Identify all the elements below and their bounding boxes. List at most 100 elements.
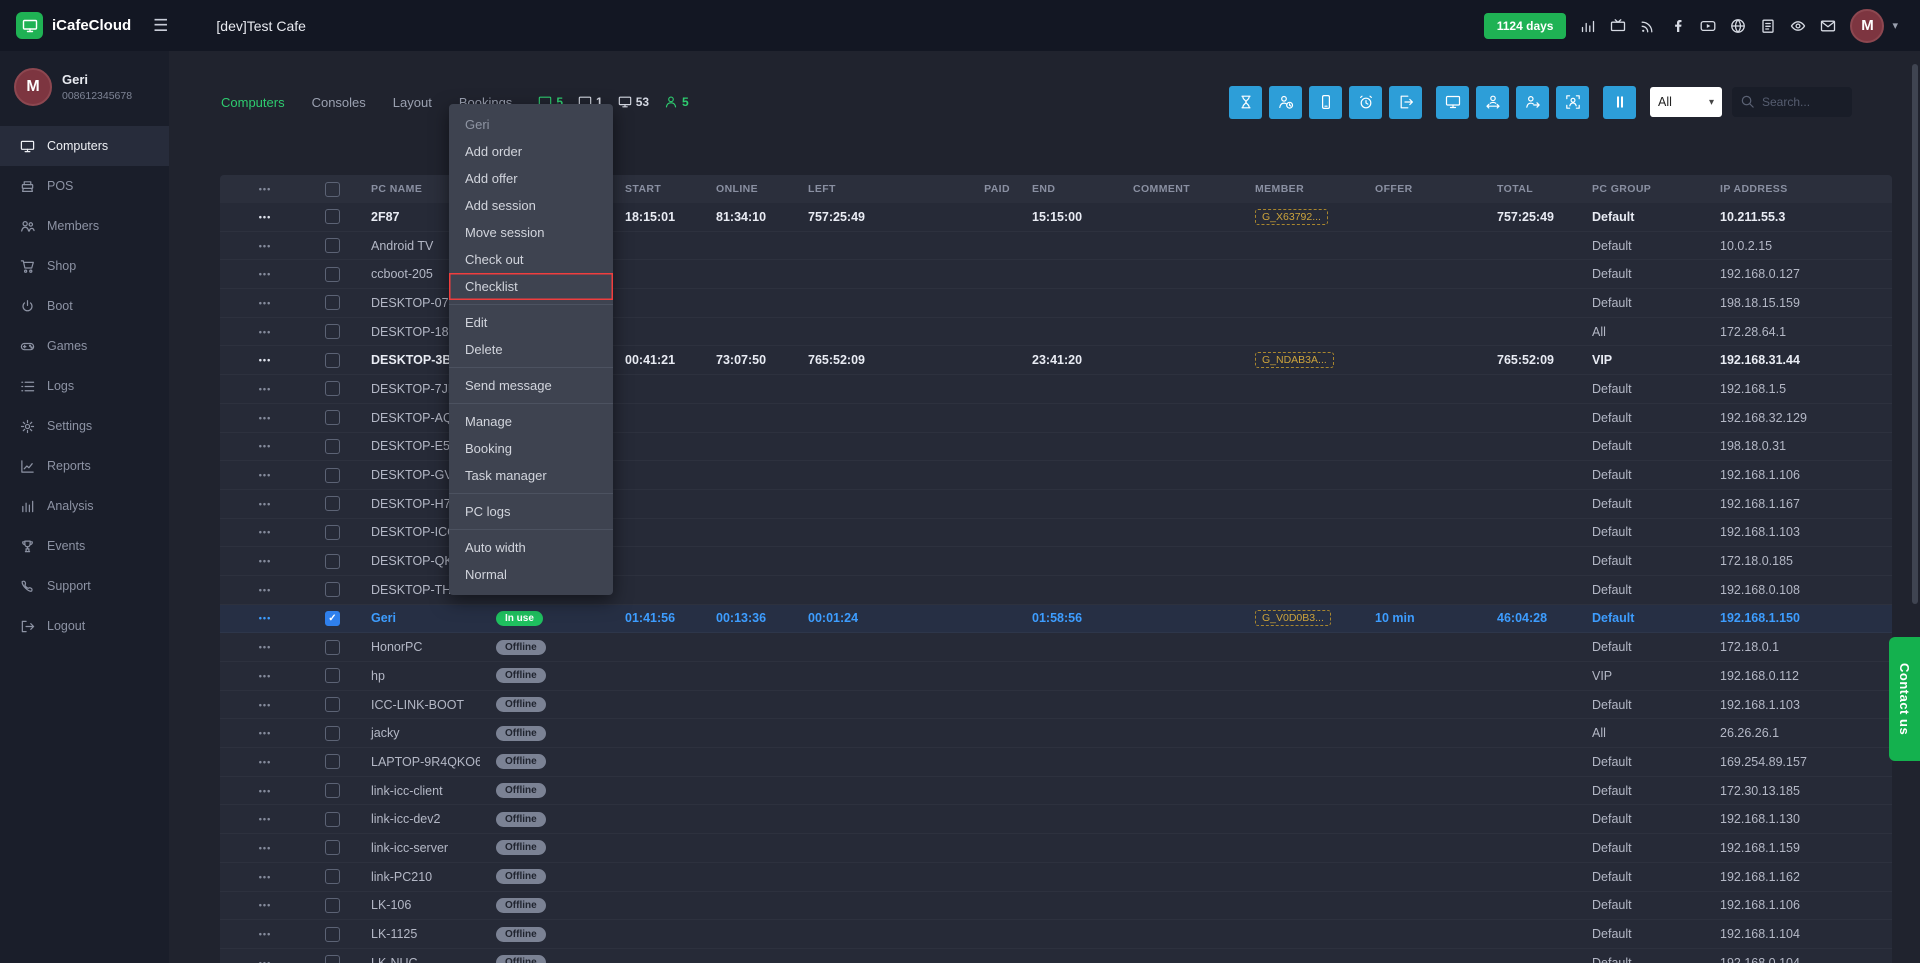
menu-toggle-button[interactable]: ☰ <box>153 16 168 36</box>
tab-consoles[interactable]: Consoles <box>312 95 366 110</box>
row-checkbox[interactable] <box>325 439 340 454</box>
eye-icon[interactable] <box>1790 18 1806 34</box>
row-actions-button[interactable]: ••• <box>259 671 271 681</box>
row-actions-button[interactable]: ••• <box>259 298 271 308</box>
row-actions-button[interactable]: ••• <box>259 441 271 451</box>
row-actions-button[interactable]: ••• <box>259 958 271 963</box>
table-row[interactable]: •••LK-NUCOfflineDefault192.168.0.104 <box>220 949 1892 963</box>
menu-item-add-order[interactable]: Add order <box>449 138 613 165</box>
menu-item-auto-width[interactable]: Auto width <box>449 534 613 561</box>
user-clock-button[interactable] <box>1269 86 1302 119</box>
row-actions-button[interactable]: ••• <box>259 613 271 623</box>
table-row[interactable]: •••link-icc-dev2OfflineDefault192.168.1.… <box>220 805 1892 834</box>
row-actions-button[interactable]: ••• <box>259 556 271 566</box>
row-actions-button[interactable]: ••• <box>259 786 271 796</box>
row-actions-button[interactable]: ••• <box>259 585 271 595</box>
menu-item-send-message[interactable]: Send message <box>449 372 613 399</box>
filter-select[interactable]: All ▾ <box>1650 87 1722 117</box>
menu-item-checklist[interactable]: Checklist <box>449 273 613 300</box>
row-actions-button[interactable]: ••• <box>259 527 271 537</box>
table-row[interactable]: •••LK-1125OfflineDefault192.168.1.104 <box>220 920 1892 949</box>
row-actions-button[interactable]: ••• <box>259 470 271 480</box>
sidebar-item-logout[interactable]: Logout <box>0 606 169 646</box>
row-checkbox[interactable] <box>325 238 340 253</box>
chevron-down-icon[interactable]: ▾ <box>1892 19 1898 32</box>
menu-item-pc-logs[interactable]: PC logs <box>449 498 613 525</box>
row-checkbox[interactable] <box>325 353 340 368</box>
row-checkbox[interactable] <box>325 869 340 884</box>
sidebar-item-events[interactable]: Events <box>0 526 169 566</box>
row-actions-button[interactable]: ••• <box>259 269 271 279</box>
row-actions-button[interactable]: ••• <box>259 327 271 337</box>
menu-item-task-manager[interactable]: Task manager <box>449 462 613 489</box>
sidebar-item-analysis[interactable]: Analysis <box>0 486 169 526</box>
table-row[interactable]: •••link-icc-serverOfflineDefault192.168.… <box>220 834 1892 863</box>
table-row[interactable]: •••hpOfflineVIP192.168.0.112 <box>220 662 1892 691</box>
row-checkbox[interactable] <box>325 840 340 855</box>
row-actions-button[interactable]: ••• <box>259 929 271 939</box>
row-checkbox[interactable] <box>325 267 340 282</box>
sidebar-item-support[interactable]: Support <box>0 566 169 606</box>
scrollbar[interactable] <box>1912 64 1918 604</box>
table-row[interactable]: •••HonorPCOfflineDefault172.18.0.1 <box>220 633 1892 662</box>
sidebar-item-games[interactable]: Games <box>0 326 169 366</box>
row-actions-button[interactable]: ••• <box>259 241 271 251</box>
row-checkbox[interactable] <box>325 209 340 224</box>
row-checkbox[interactable] <box>325 324 340 339</box>
row-checkbox[interactable] <box>325 927 340 942</box>
youtube-icon[interactable] <box>1700 18 1716 34</box>
menu-item-check-out[interactable]: Check out <box>449 246 613 273</box>
row-checkbox[interactable] <box>325 754 340 769</box>
stats-icon[interactable] <box>1580 18 1596 34</box>
table-row[interactable]: •••jackyOfflineAll26.26.26.1 <box>220 719 1892 748</box>
sidebar-item-members[interactable]: Members <box>0 206 169 246</box>
row-actions-button[interactable]: ••• <box>259 843 271 853</box>
tv-icon[interactable] <box>1610 18 1626 34</box>
contact-us-button[interactable]: Contact us <box>1889 637 1920 761</box>
subscription-days-badge[interactable]: 1124 days <box>1484 13 1567 39</box>
sidebar-item-logs[interactable]: Logs <box>0 366 169 406</box>
table-row[interactable]: •••link-PC210OfflineDefault192.168.1.162 <box>220 863 1892 892</box>
user-avatar[interactable]: M <box>1850 9 1884 43</box>
rss-icon[interactable] <box>1640 18 1656 34</box>
row-checkbox[interactable] <box>325 898 340 913</box>
row-checkbox[interactable] <box>325 668 340 683</box>
row-checkbox[interactable]: ✓ <box>325 611 340 626</box>
select-all-checkbox[interactable] <box>325 182 340 197</box>
menu-item-delete[interactable]: Delete <box>449 336 613 363</box>
pause-button[interactable] <box>1603 86 1636 119</box>
tab-computers[interactable]: Computers <box>221 95 285 110</box>
sand-timer-button[interactable] <box>1229 86 1262 119</box>
facebook-icon[interactable] <box>1670 18 1686 34</box>
row-checkbox[interactable] <box>325 410 340 425</box>
menu-item-add-offer[interactable]: Add offer <box>449 165 613 192</box>
table-row[interactable]: •••LK-106OfflineDefault192.168.1.106 <box>220 892 1892 921</box>
mail-icon[interactable] <box>1820 18 1836 34</box>
table-row[interactable]: •••LAPTOP-9R4QKO62OfflineDefault169.254.… <box>220 748 1892 777</box>
monitor-button[interactable] <box>1436 86 1469 119</box>
tab-layout[interactable]: Layout <box>393 95 432 110</box>
row-actions-button[interactable]: ••• <box>259 384 271 394</box>
table-row[interactable]: •••link-icc-clientOfflineDefault172.30.1… <box>220 777 1892 806</box>
menu-item-add-session[interactable]: Add session <box>449 192 613 219</box>
row-checkbox[interactable] <box>325 468 340 483</box>
row-actions-button[interactable]: ••• <box>259 872 271 882</box>
row-actions-button[interactable]: ••• <box>259 728 271 738</box>
row-actions-button[interactable]: ••• <box>259 700 271 710</box>
row-checkbox[interactable] <box>325 812 340 827</box>
menu-item-move-session[interactable]: Move session <box>449 219 613 246</box>
clipboard-icon[interactable] <box>1760 18 1776 34</box>
row-actions-button[interactable]: ••• <box>259 642 271 652</box>
user-move-button[interactable] <box>1516 86 1549 119</box>
member-badge[interactable]: G_NDAB3A... <box>1255 352 1334 368</box>
row-checkbox[interactable] <box>325 554 340 569</box>
member-badge[interactable]: G_X63792... <box>1255 209 1328 225</box>
sidebar-item-computers[interactable]: Computers <box>0 126 169 166</box>
row-checkbox[interactable] <box>325 582 340 597</box>
user-scan-button[interactable] <box>1556 86 1589 119</box>
sidebar-item-boot[interactable]: Boot <box>0 286 169 326</box>
menu-item-booking[interactable]: Booking <box>449 435 613 462</box>
sidebar-item-shop[interactable]: Shop <box>0 246 169 286</box>
table-row[interactable]: •••✓GeriIn use01:41:5600:13:3600:01:2401… <box>220 605 1892 634</box>
row-checkbox[interactable] <box>325 955 340 963</box>
